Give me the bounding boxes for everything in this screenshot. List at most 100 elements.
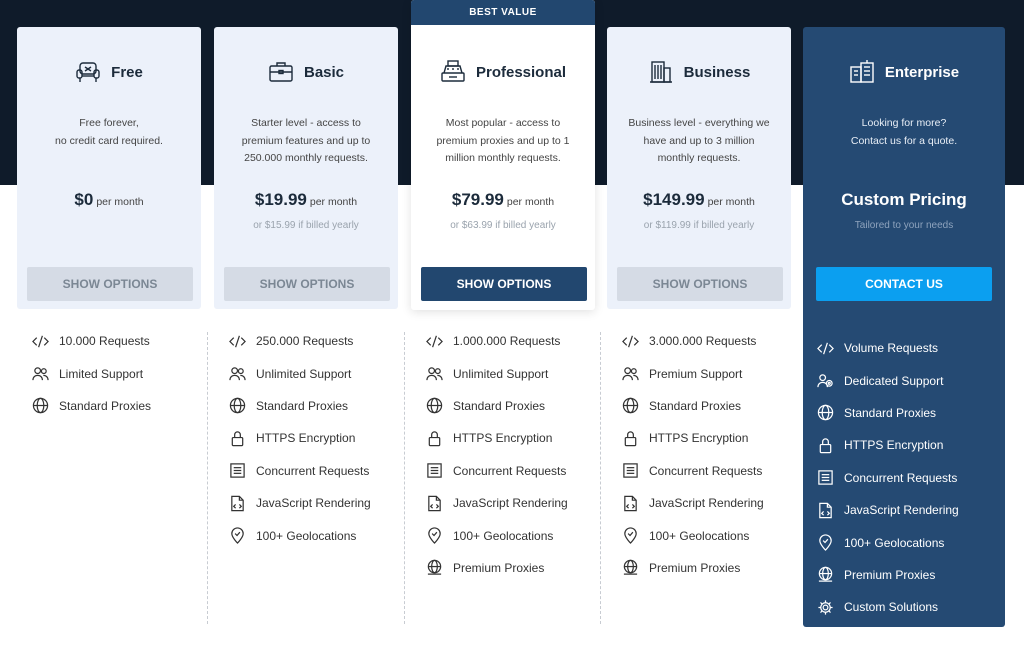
feature-label: JavaScript Rendering (649, 496, 764, 511)
tailored-note: Tailored to your needs (854, 220, 954, 231)
feature-label: 100+ Geolocations (844, 535, 945, 550)
plan-card-body: Professional Most popular - access to pr… (411, 27, 595, 309)
lock-icon (229, 430, 246, 447)
feature-list-business: 3.000.000 Requests Premium Support Stand… (622, 325, 812, 584)
globe-icon (426, 397, 443, 414)
gear-icon (817, 599, 834, 616)
code-icon (622, 333, 639, 350)
best-value-badge: BEST VALUE (411, 0, 595, 25)
pricing-table: Free Free forever, no credit card requir… (0, 0, 1024, 665)
plan-description: Business level - everything we have and … (621, 115, 777, 168)
feature-label: Concurrent Requests (453, 463, 567, 478)
document-lines-icon (622, 462, 639, 479)
location-pin-icon (426, 527, 443, 544)
desc-line: Contact us for a quote. (850, 134, 958, 147)
feature-list-basic: 250.000 Requests Unlimited Support Stand… (229, 325, 419, 552)
desc-line: Looking for more? (861, 117, 947, 129)
feature-label: JavaScript Rendering (256, 496, 371, 511)
desc-line: have and up to 3 million (643, 134, 755, 147)
lock-icon (817, 437, 834, 454)
globe-icon (32, 397, 49, 414)
code-icon (32, 333, 49, 350)
feature-item: JavaScript Rendering (817, 494, 997, 526)
document-lines-icon (426, 462, 443, 479)
feature-item: Standard Proxies (229, 390, 419, 422)
globe-icon (229, 397, 246, 414)
globe-hand-icon (622, 559, 639, 576)
feature-label: 100+ Geolocations (453, 528, 554, 543)
users-icon (229, 365, 246, 382)
plan-description: Starter level - access to premium featur… (228, 115, 384, 168)
location-pin-icon (817, 534, 834, 551)
plan-name: Enterprise (884, 63, 960, 81)
feature-item: 250.000 Requests (229, 325, 419, 357)
yearly-price: or $15.99 if billed yearly (253, 220, 359, 231)
contact-us-button[interactable]: CONTACT US (816, 267, 992, 301)
feature-item: Standard Proxies (426, 390, 616, 422)
globe-icon (817, 404, 834, 421)
feature-item: Custom Solutions (817, 591, 997, 623)
feature-label: Unlimited Support (256, 366, 352, 381)
feature-item: JavaScript Rendering (426, 487, 616, 519)
feature-label: Premium Proxies (844, 567, 936, 582)
feature-item: HTTPS Encryption (817, 429, 997, 461)
show-options-button[interactable]: SHOW OPTIONS (421, 267, 587, 301)
feature-label: Standard Proxies (453, 398, 546, 413)
plan-header: Free (17, 59, 201, 85)
briefcase-icon (268, 59, 294, 85)
plan-description: Looking for more? Contact us for a quote… (817, 115, 991, 150)
globe-hand-icon (426, 559, 443, 576)
desc-line: premium features and up to (241, 134, 371, 147)
price-period: per month (506, 196, 555, 208)
feature-label: 100+ Geolocations (649, 528, 750, 543)
plan-header: Business (607, 59, 791, 85)
feature-item: 3.000.000 Requests (622, 325, 812, 357)
lock-icon (622, 430, 639, 447)
show-options-button[interactable]: SHOW OPTIONS (617, 267, 783, 301)
feature-label: Standard Proxies (59, 398, 152, 413)
feature-item: 100+ Geolocations (229, 519, 419, 551)
feature-label: HTTPS Encryption (649, 431, 749, 446)
feature-item: Standard Proxies (32, 390, 222, 422)
feature-item: Unlimited Support (229, 357, 419, 389)
feature-label: Standard Proxies (844, 405, 937, 420)
document-lines-icon (229, 462, 246, 479)
feature-item: Premium Proxies (426, 552, 616, 584)
code-file-icon (817, 502, 834, 519)
document-lines-icon (817, 469, 834, 486)
yearly-price: or $63.99 if billed yearly (450, 220, 556, 231)
plan-name: Free (111, 63, 143, 81)
feature-label: Standard Proxies (649, 398, 742, 413)
feature-label: Unlimited Support (453, 366, 549, 381)
plan-price: $79.99 per month (411, 190, 595, 210)
code-icon (817, 340, 834, 357)
feature-item: HTTPS Encryption (229, 422, 419, 454)
code-file-icon (229, 495, 246, 512)
plan-description: Free forever, no credit card required. (31, 115, 187, 150)
feature-item: Dedicated Support (817, 364, 997, 396)
feature-label: Volume Requests (844, 341, 939, 356)
feature-item: Premium Proxies (817, 559, 997, 591)
feature-list-enterprise: Volume Requests Dedicated Support Standa… (817, 332, 997, 624)
feature-label: 100+ Geolocations (256, 528, 357, 543)
desc-line: monthly requests. (657, 152, 741, 164)
feature-label: JavaScript Rendering (844, 503, 959, 518)
price-amount: $0 (74, 190, 94, 209)
plan-header: Basic (214, 59, 398, 85)
desc-line: 250.000 monthly requests. (244, 152, 368, 164)
feature-item: Premium Support (622, 357, 812, 389)
show-options-button[interactable]: SHOW OPTIONS (224, 267, 390, 301)
feature-item: HTTPS Encryption (622, 422, 812, 454)
feature-label: 1.000.000 Requests (453, 334, 561, 349)
feature-item: 100+ Geolocations (817, 526, 997, 558)
lock-icon (426, 430, 443, 447)
plan-card-enterprise: Enterprise Looking for more? Contact us … (803, 27, 1005, 627)
feature-item: Concurrent Requests (426, 455, 616, 487)
plan-description: Most popular - access to premium proxies… (425, 115, 581, 168)
users-icon (622, 365, 639, 382)
price-period: per month (96, 196, 144, 208)
feature-item: 1.000.000 Requests (426, 325, 616, 357)
city-buildings-icon (849, 59, 875, 85)
show-options-button[interactable]: SHOW OPTIONS (27, 267, 193, 301)
plan-name: Professional (475, 63, 567, 81)
